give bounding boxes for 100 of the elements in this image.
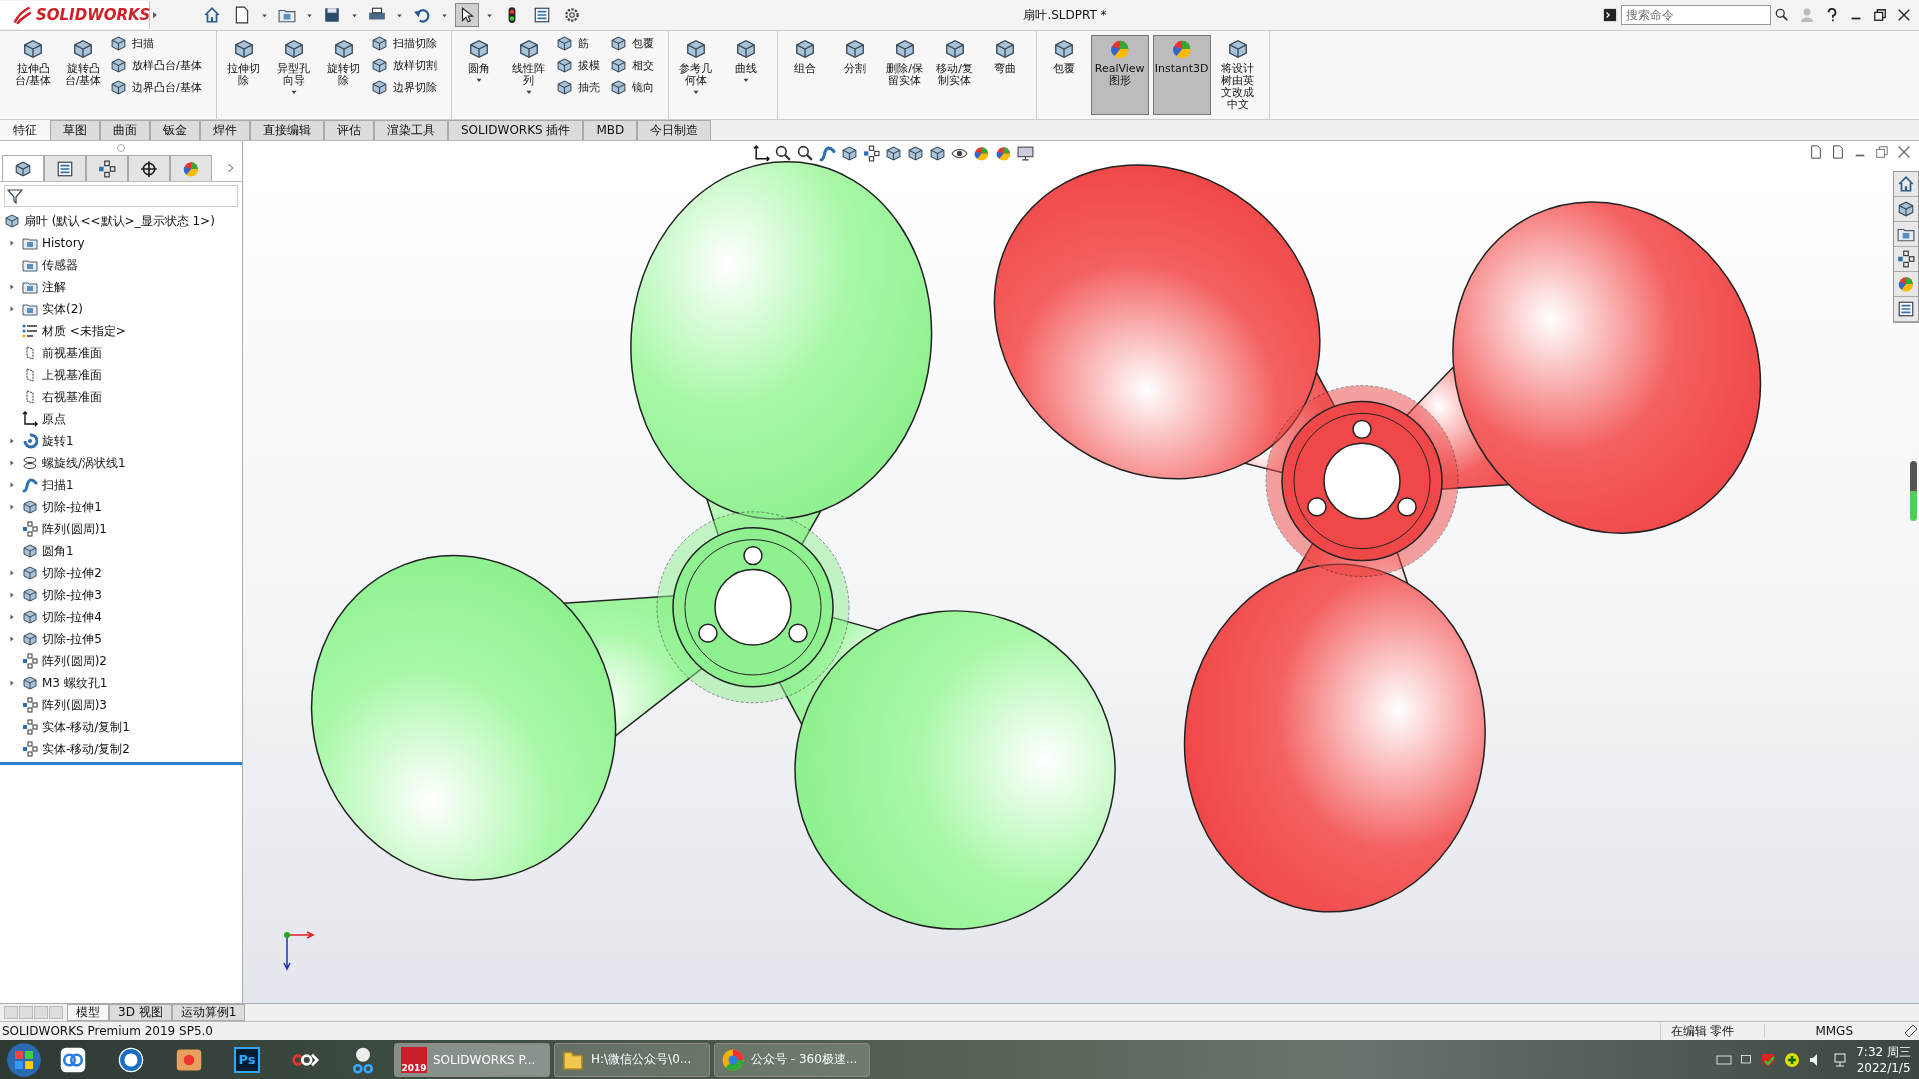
model-tab[interactable]: 3D 视图: [109, 1004, 172, 1021]
expand-arrow-icon[interactable]: [8, 678, 16, 688]
expand-arrow-icon[interactable]: [8, 282, 16, 292]
help-icon[interactable]: [1825, 7, 1839, 23]
command-button[interactable]: 组合: [781, 35, 828, 115]
command-button[interactable]: 曲线: [722, 35, 769, 115]
tree-item[interactable]: 螺旋线/涡状线1: [42, 454, 126, 472]
tree-item[interactable]: 材质 <未指定>: [42, 322, 126, 340]
command-button[interactable]: 拉伸凸台/基体: [10, 35, 56, 115]
command-button[interactable]: 圆角: [455, 35, 502, 115]
command-button[interactable]: 异型孔向导: [270, 35, 317, 115]
command-button[interactable]: 拉伸切除: [220, 35, 267, 115]
start-button-icon[interactable]: [6, 1041, 42, 1078]
units-selector[interactable]: MMGS: [1764, 1024, 1903, 1038]
tree-item[interactable]: 实体-移动/复制1: [42, 718, 130, 736]
tree-item[interactable]: 阵列(圆周)2: [42, 652, 107, 670]
document-icon[interactable]: [1809, 145, 1823, 159]
command-tab[interactable]: 草图: [50, 120, 100, 140]
pattern-icon[interactable]: [1894, 247, 1918, 272]
expand-arrow-icon[interactable]: [8, 590, 16, 600]
cube-icon[interactable]: [885, 145, 902, 162]
aperture-icon[interactable]: [117, 1045, 145, 1074]
curve-icon[interactable]: [819, 145, 836, 162]
tree-item[interactable]: 前视基准面: [42, 344, 102, 362]
command-tab[interactable]: 今日制造: [637, 120, 712, 140]
tree-item[interactable]: 切除-拉伸1: [42, 498, 102, 516]
panel-tab[interactable]: [128, 155, 170, 181]
command-tab[interactable]: 渲染工具: [374, 120, 448, 140]
window-icon[interactable]: [1740, 1053, 1753, 1066]
undo-icon[interactable]: [413, 6, 431, 24]
photoshop-icon[interactable]: Ps: [234, 1046, 260, 1073]
command-button[interactable]: 抽壳: [555, 79, 600, 96]
command-button[interactable]: 相交: [609, 57, 654, 74]
command-tab[interactable]: 评估: [324, 120, 374, 140]
search-icon[interactable]: [797, 145, 814, 162]
tree-item[interactable]: 右视基准面: [42, 388, 102, 406]
close-icon[interactable]: [1897, 8, 1911, 22]
search-icon[interactable]: [1775, 8, 1789, 22]
search-field[interactable]: 搜索命令: [1621, 5, 1771, 25]
command-tab[interactable]: 直接编辑: [250, 120, 324, 140]
expand-arrow-icon[interactable]: [8, 304, 16, 314]
command-button[interactable]: 线性阵列: [505, 35, 552, 115]
panel-tab[interactable]: [86, 155, 128, 181]
expand-arrow-icon[interactable]: [8, 634, 16, 644]
tree-item[interactable]: 旋转1: [42, 432, 74, 450]
command-button[interactable]: 放样切割: [370, 57, 437, 74]
command-button[interactable]: 放样凸台/基体: [110, 57, 202, 74]
command-button[interactable]: 镜向: [609, 79, 654, 96]
expand-arrow-icon[interactable]: [8, 238, 16, 248]
panel-tab[interactable]: [44, 155, 86, 181]
command-button[interactable]: 扫描: [110, 35, 202, 52]
taskbar-window[interactable]: H:\微信公众号\0...: [554, 1042, 710, 1077]
tree-item[interactable]: History: [42, 236, 85, 250]
command-button[interactable]: 分割: [831, 35, 878, 115]
command-button[interactable]: 旋转凸台/基体: [60, 35, 106, 115]
taskbar-window[interactable]: 2019 SOLIDWORKS P...: [394, 1042, 550, 1077]
command-button[interactable]: 包覆: [1040, 35, 1087, 115]
expand-arrow-icon[interactable]: [8, 480, 16, 490]
command-button[interactable]: 边界切除: [370, 79, 437, 96]
tree-item[interactable]: 传感器: [42, 256, 78, 274]
sphere-icon[interactable]: [973, 145, 990, 162]
tree-item[interactable]: 扫描1: [42, 476, 74, 494]
command-tab[interactable]: 特征: [0, 120, 50, 140]
model-tab[interactable]: 运动算例1: [171, 1004, 246, 1021]
command-tab[interactable]: SOLIDWORKS 插件: [448, 120, 584, 140]
command-button[interactable]: 参考几何体: [672, 35, 719, 115]
command-button[interactable]: 包覆: [609, 35, 654, 52]
command-button[interactable]: 移动/复制实体: [931, 35, 978, 115]
tree-item[interactable]: 切除-拉伸3: [42, 586, 102, 604]
save-icon[interactable]: [323, 6, 341, 24]
tree-item[interactable]: 切除-拉伸4: [42, 608, 102, 626]
command-button[interactable]: 拔模: [555, 57, 600, 74]
tree-item[interactable]: 注解: [42, 278, 66, 296]
command-button[interactable]: 删除/保留实体: [881, 35, 928, 115]
tree-item[interactable]: 实体(2): [42, 300, 83, 318]
network-icon[interactable]: [1832, 1051, 1849, 1068]
command-tab[interactable]: 钣金: [150, 120, 200, 140]
tree-item[interactable]: 实体-移动/复制2: [42, 740, 130, 758]
expand-arrow-icon[interactable]: [8, 458, 16, 468]
command-button[interactable]: 将设计树由英文改成中文: [1214, 35, 1261, 115]
tree-item[interactable]: M3 螺纹孔1: [42, 674, 108, 692]
filter-field[interactable]: [4, 185, 238, 207]
shield-icon[interactable]: [1760, 1051, 1777, 1068]
expand-arrow-icon[interactable]: [8, 568, 16, 578]
pattern-icon[interactable]: [863, 145, 880, 162]
tree-item[interactable]: 原点: [42, 410, 66, 428]
panel-tab[interactable]: [2, 155, 44, 181]
tree-item[interactable]: 阵列(圆周)1: [42, 520, 107, 538]
sphere-icon[interactable]: [995, 145, 1012, 162]
list-icon[interactable]: [533, 6, 551, 24]
model-tab[interactable]: 模型: [67, 1004, 109, 1021]
tree-item[interactable]: 切除-拉伸5: [42, 630, 102, 648]
tree-item[interactable]: 圆角1: [42, 542, 74, 560]
command-tab[interactable]: 曲面: [100, 120, 150, 140]
command-button[interactable]: Instant3D: [1152, 35, 1211, 115]
command-button[interactable]: RealView图形: [1090, 35, 1149, 115]
expand-arrow-icon[interactable]: [8, 502, 16, 512]
command-tab[interactable]: 焊件: [200, 120, 250, 140]
document-icon[interactable]: [1831, 145, 1845, 159]
cloud-icon[interactable]: [59, 1045, 87, 1074]
